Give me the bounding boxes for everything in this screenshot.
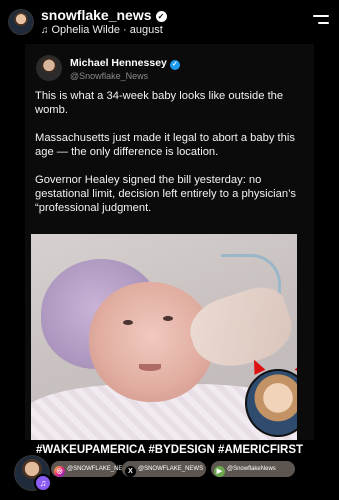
audio-attribution[interactable]: ♫ Ophelia Wilde · august — [41, 24, 163, 36]
pill-label: @SNOWFLAKE_NEWS — [138, 466, 204, 472]
verified-check-icon: ✓ — [169, 60, 180, 70]
verified-badge-icon: ✓ — [155, 11, 167, 22]
tweet-author-name-row: Michael Hennessey ✓ — [70, 57, 180, 70]
account-username[interactable]: snowflake_news — [41, 7, 152, 23]
music-badge-icon[interactable]: ♫ — [34, 474, 52, 492]
audio-label[interactable]: Ophelia Wilde · august — [52, 24, 163, 36]
account-username-row[interactable]: snowflake_news ✓ — [41, 7, 167, 23]
pill-label: @SnowflakeNews — [227, 466, 276, 472]
instagram-handle-pill: ◎ @SNOWFLAKE_NEWS — [51, 461, 132, 477]
tweet-body: This is what a 34-week baby looks like o… — [35, 89, 307, 229]
hashtags-caption: #WAKEUPAMERICA #BYDESIGN #AMERICFIRST — [35, 444, 304, 456]
tweet-card: Michael Hennessey ✓ @Snowflake_News This … — [25, 44, 314, 440]
devil-horn-icon — [294, 357, 297, 375]
x-handle-pill: X @SNOWFLAKE_NEWS — [122, 461, 206, 477]
rumble-handle-pill: ▶ @SnowflakeNews — [211, 461, 295, 477]
tweet-author-handle: @Snowflake_News — [70, 71, 149, 81]
tweet-author-avatar — [36, 55, 62, 81]
account-avatar[interactable] — [8, 9, 34, 35]
rumble-icon: ▶ — [214, 466, 225, 477]
tweet-author-name: Michael Hennessey — [70, 57, 167, 69]
tweet-photo — [31, 234, 297, 440]
instagram-icon: ◎ — [54, 466, 65, 477]
tweet-paragraph: This is what a 34-week baby looks like o… — [35, 90, 284, 116]
music-note-icon: ♫ — [41, 25, 49, 36]
post-header: snowflake_news ✓ ♫ Ophelia Wilde · august — [0, 0, 339, 44]
x-icon: X — [125, 466, 136, 477]
tweet-paragraph: Governor Healey signed the bill yesterda… — [35, 174, 296, 214]
tweet-paragraph: Massachusetts just made it legal to abor… — [35, 132, 295, 158]
menu-icon[interactable] — [313, 15, 329, 26]
